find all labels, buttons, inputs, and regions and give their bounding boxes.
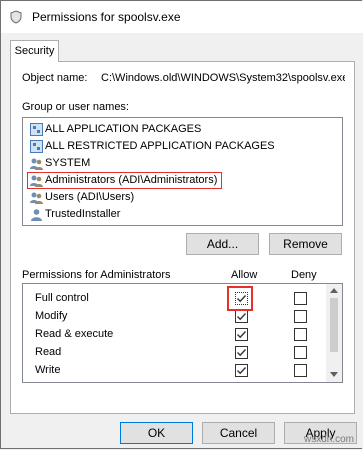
permission-row-write: Write	[23, 362, 328, 380]
permission-row-read-execute: Read & execute	[23, 326, 328, 344]
highlight-box	[227, 286, 253, 311]
cancel-button[interactable]: Cancel	[202, 422, 275, 444]
scroll-thumb[interactable]	[330, 298, 338, 352]
permission-label: Write	[35, 364, 61, 376]
modify-allow-checkbox[interactable]	[235, 310, 248, 323]
list-item-label: ALL APPLICATION PACKAGES	[45, 123, 202, 135]
list-item-label: ALL RESTRICTED APPLICATION PACKAGES	[45, 140, 275, 152]
permission-row-read: Read	[23, 344, 328, 362]
add-button[interactable]: Add...	[186, 233, 259, 255]
list-item-label: Users (ADI\Users)	[45, 191, 135, 203]
list-item-label: SYSTEM	[45, 157, 91, 169]
checkmark-icon	[237, 331, 247, 339]
permission-label: Read	[35, 346, 62, 358]
user-icon	[31, 209, 42, 221]
partial-allow-checkbox[interactable]	[235, 382, 248, 383]
title-bar: Permissions for spoolsv.exe	[1, 1, 363, 33]
packages-icon	[30, 123, 43, 136]
checkmark-icon	[237, 367, 247, 375]
list-item-all-application-packages[interactable]: ALL APPLICATION PACKAGES	[30, 121, 201, 138]
shield-icon	[10, 10, 22, 24]
users-icon	[30, 175, 43, 187]
tab-security[interactable]: Security	[10, 40, 59, 62]
read-deny-checkbox[interactable]	[294, 346, 307, 359]
read-execute-deny-checkbox[interactable]	[294, 328, 307, 341]
permission-label: Read & execute	[35, 328, 114, 340]
remove-button[interactable]: Remove	[269, 233, 342, 255]
modify-deny-checkbox[interactable]	[294, 310, 307, 323]
permission-label: Modify	[35, 310, 68, 322]
list-item-all-restricted-application-packages[interactable]: ALL RESTRICTED APPLICATION PACKAGES	[30, 138, 275, 155]
permission-row-partial	[23, 380, 328, 383]
list-item-system[interactable]: SYSTEM	[30, 155, 90, 172]
permission-row-modify: Modify	[23, 308, 328, 326]
checkmark-icon	[237, 313, 247, 321]
write-allow-checkbox[interactable]	[235, 364, 248, 377]
list-item-label: TrustedInstaller	[45, 208, 121, 220]
object-path: C:\Windows.old\WINDOWS\System32\spoolsv.…	[101, 72, 345, 84]
permissions-label: Permissions for Administrators	[22, 269, 171, 281]
ok-button[interactable]: OK	[120, 422, 193, 444]
scroll-up-icon[interactable]	[330, 288, 338, 293]
users-icon	[30, 158, 43, 170]
list-item-administrators[interactable]: Administrators (ADI\Administrators)	[27, 172, 223, 189]
allow-header: Allow	[231, 269, 258, 281]
full-control-deny-checkbox[interactable]	[294, 292, 307, 305]
deny-header: Deny	[291, 269, 317, 281]
group-names-label: Group or user names:	[22, 101, 129, 113]
permissions-scrollbar[interactable]	[326, 284, 342, 382]
permissions-list: Full control Modify Read & execute Read …	[22, 283, 343, 383]
read-allow-checkbox[interactable]	[235, 346, 248, 359]
packages-icon	[30, 140, 43, 153]
checkmark-icon	[237, 349, 247, 357]
list-item-trustedinstaller[interactable]: TrustedInstaller	[30, 206, 120, 223]
permission-row-full-control: Full control	[23, 290, 328, 308]
group-names-list[interactable]: ALL APPLICATION PACKAGES ALL RESTRICTED …	[22, 117, 343, 226]
window-title: Permissions for spoolsv.exe	[32, 10, 181, 24]
scroll-down-icon[interactable]	[330, 372, 338, 377]
object-name-label: Object name:	[22, 72, 88, 84]
read-execute-allow-checkbox[interactable]	[235, 328, 248, 341]
watermark: wsxdn.com	[303, 434, 354, 445]
users-icon	[30, 192, 43, 204]
write-deny-checkbox[interactable]	[294, 364, 307, 377]
permission-label: Full control	[35, 292, 89, 304]
list-item-users[interactable]: Users (ADI\Users)	[30, 189, 134, 206]
permissions-dialog: Permissions for spoolsv.exe Security Obj…	[0, 0, 363, 449]
list-item-label: Administrators (ADI\Administrators)	[45, 174, 218, 186]
